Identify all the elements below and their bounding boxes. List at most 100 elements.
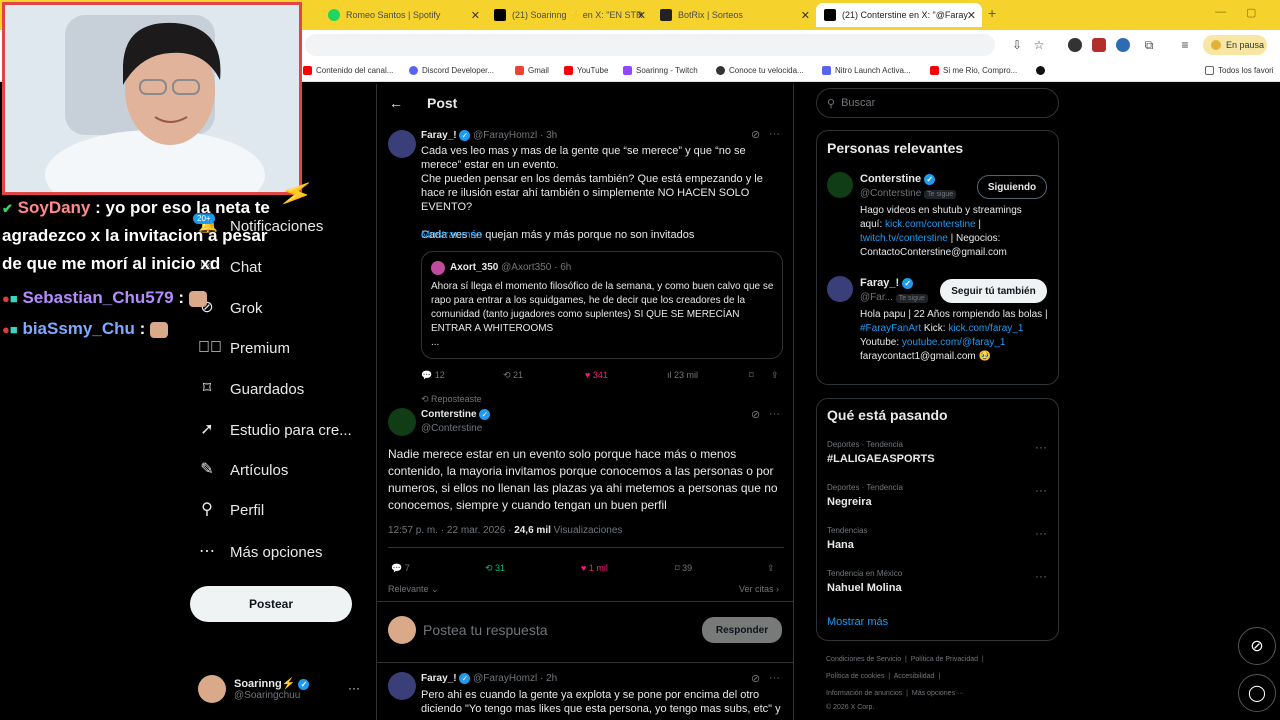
post-button[interactable]: Postear (190, 586, 352, 622)
trend-item[interactable]: Deportes · Tendencia #LALIGAEASPORTS ··· (827, 440, 1047, 465)
quoted-tweet[interactable]: Axort_350 @Axort350 · 6h Ahora sí llega … (421, 251, 783, 359)
repost-context: ⟲ Reposteaste (421, 394, 482, 404)
more-dots-icon[interactable]: ··· (769, 408, 780, 420)
divider (377, 601, 793, 602)
messages-icon[interactable]: ◯ (1238, 674, 1276, 712)
trend-item[interactable]: Tendencias Hana ··· (827, 526, 1047, 551)
more-dots-icon[interactable]: ··· (1035, 569, 1047, 583)
verified-icon: ✓ (298, 678, 310, 690)
reply-input[interactable]: Postea tu respuesta (423, 622, 548, 638)
more-dots-icon[interactable]: ··· (1035, 526, 1047, 540)
new-tab-icon[interactable]: + (988, 5, 996, 21)
bookmark[interactable]: Soarinng - Twitch (623, 64, 698, 76)
reply-button[interactable]: Responder (702, 617, 782, 643)
close-tab-icon[interactable]: ✕ (471, 9, 480, 22)
search-input[interactable]: ⚲ Buscar (816, 88, 1059, 118)
browser-tab-active[interactable]: (21) Conterstine en X: "@Faray ✕ (816, 3, 982, 27)
extension-icon[interactable] (1068, 38, 1082, 52)
close-tab-icon[interactable]: ✕ (801, 9, 810, 22)
account-switcher[interactable]: Soarinng⚡ ✓ @Soaringchuu ··· (198, 673, 366, 705)
sidebar-item-premium[interactable]: ✓⃝ Premium (198, 336, 290, 360)
bookmark-button[interactable]: ⌑ 39 (675, 563, 692, 574)
avatar[interactable] (388, 130, 416, 158)
avatar (388, 616, 416, 644)
streamer-image (5, 5, 299, 192)
extension-icon[interactable] (1116, 38, 1130, 52)
close-tab-icon[interactable]: ✕ (637, 9, 646, 22)
avatar[interactable] (827, 172, 853, 198)
sidebar-item-mas-opciones[interactable]: ⋯ Más opciones (198, 540, 323, 564)
bookmark[interactable]: Gmail (515, 64, 549, 76)
browser-tab[interactable]: BotRix | Sorteos ✕ (652, 3, 816, 27)
more-dots-icon[interactable]: ··· (348, 681, 360, 695)
extension-icon[interactable] (1092, 38, 1106, 52)
bookmark[interactable] (1036, 64, 1049, 76)
like-button[interactable]: ♥ 1 mil (581, 563, 608, 573)
minimize-icon[interactable]: — (1215, 6, 1226, 18)
bookmark[interactable]: Contenido del canal... (303, 64, 393, 76)
sidebar-item-guardados[interactable]: ⌑ Guardados (198, 377, 304, 401)
maximize-icon[interactable]: ▢ (1246, 6, 1256, 19)
more-dots-icon[interactable]: ··· (769, 672, 780, 684)
spotify-icon (328, 9, 340, 21)
puzzle-icon[interactable]: ⧉ (1142, 38, 1156, 52)
following-button[interactable]: Siguiendo (977, 175, 1047, 199)
back-arrow-icon[interactable]: ← (389, 95, 403, 111)
grok-icon[interactable]: ⊘ (1238, 627, 1276, 665)
avatar[interactable] (388, 408, 416, 436)
tweet-text: Nadie merece estar en un evento solo por… (388, 447, 778, 512)
divider (377, 662, 793, 663)
show-more-link[interactable]: Mostrar más (827, 616, 888, 628)
verified-icon: ✓ (924, 173, 936, 185)
tweet-actions: 💬 12 ⟲ 21 ♥ 341 ıl 23 mil ⌑ ⇪ (421, 368, 787, 382)
like-button[interactable]: ♥ 341 (585, 370, 608, 380)
share-icon[interactable]: ⇪ (771, 370, 779, 381)
repost-button[interactable]: ⟲ 21 (503, 370, 523, 381)
tweet-handle: @Conterstine (421, 423, 483, 434)
close-tab-icon[interactable]: ✕ (967, 9, 976, 22)
x-icon (494, 9, 506, 21)
bookmark[interactable]: Conoce tu velocida... (716, 64, 804, 76)
browser-tab[interactable]: Romeo Santos | Spotify ✕ (320, 3, 486, 27)
menu-icon[interactable]: ≡ (1178, 38, 1192, 52)
more-dots-icon[interactable]: ··· (1035, 440, 1047, 454)
person-handle: @Conterstine Te sigue (860, 188, 957, 199)
bookmark[interactable]: Si me Rio, Compro... (930, 64, 1017, 76)
install-icon[interactable]: ⇩ (1010, 38, 1024, 52)
sidebar-item-perfil[interactable]: ⚲ Perfil (198, 498, 264, 522)
bookmark[interactable]: Nitro Launch Activa... (822, 64, 911, 76)
grok-icon[interactable]: ⊘ (751, 672, 760, 685)
bookmark[interactable]: YouTube (564, 64, 608, 76)
more-dots-icon[interactable]: ··· (769, 128, 780, 140)
star-icon[interactable]: ☆ (1032, 38, 1046, 52)
omnibox[interactable] (305, 34, 995, 56)
avatar[interactable] (827, 276, 853, 302)
quotes-link[interactable]: Ver citas › (739, 584, 779, 594)
browser-tab[interactable]: (21) Soarinng ⚡ en X: "EN STR ✕ (486, 3, 652, 27)
follow-back-button[interactable]: Seguir tú también (940, 279, 1047, 303)
profile-paused-button[interactable]: En pausa (1203, 35, 1267, 55)
avatar[interactable] (388, 672, 416, 700)
reply-button[interactable]: 💬 12 (421, 370, 445, 381)
repost-button[interactable]: ⟲ 31 (485, 563, 505, 574)
tweet-author: Faray_! ✓ @FarayHomzl · 2h (421, 673, 558, 685)
trend-item[interactable]: Deportes · Tendencia Negreira ··· (827, 483, 1047, 508)
bookmarks-folder[interactable]: Todos los favori (1205, 64, 1274, 76)
footer-copyright: © 2026 X Corp. (826, 704, 875, 711)
sidebar-item-grok[interactable]: ⊘ Grok (198, 296, 262, 320)
bookmark[interactable]: Discord Developer... (409, 64, 494, 76)
more-dots-icon[interactable]: ··· (1035, 483, 1047, 497)
sidebar-item-articulos[interactable]: ✎ Artículos (198, 458, 288, 482)
sidebar-item-estudio[interactable]: ➚ Estudio para cre... (198, 418, 351, 442)
share-icon[interactable]: ⇪ (767, 563, 775, 574)
footer-links: Condiciones de Servicio | Política de Pr… (826, 656, 984, 663)
views-button[interactable]: ıl 23 mil (667, 370, 698, 380)
grok-icon[interactable]: ⊘ (751, 408, 760, 421)
reply-button[interactable]: 💬 7 (391, 563, 410, 574)
grok-icon[interactable]: ⊘ (751, 128, 760, 141)
show-more-link[interactable]: Mostrar más (421, 229, 482, 241)
sort-dropdown[interactable]: Relevante ⌄ (388, 584, 439, 595)
verified-icon: ✓ (902, 277, 914, 289)
bookmark-icon[interactable]: ⌑ (749, 370, 754, 381)
trend-item[interactable]: Tendencia en México Nahuel Molina ··· (827, 569, 1047, 594)
